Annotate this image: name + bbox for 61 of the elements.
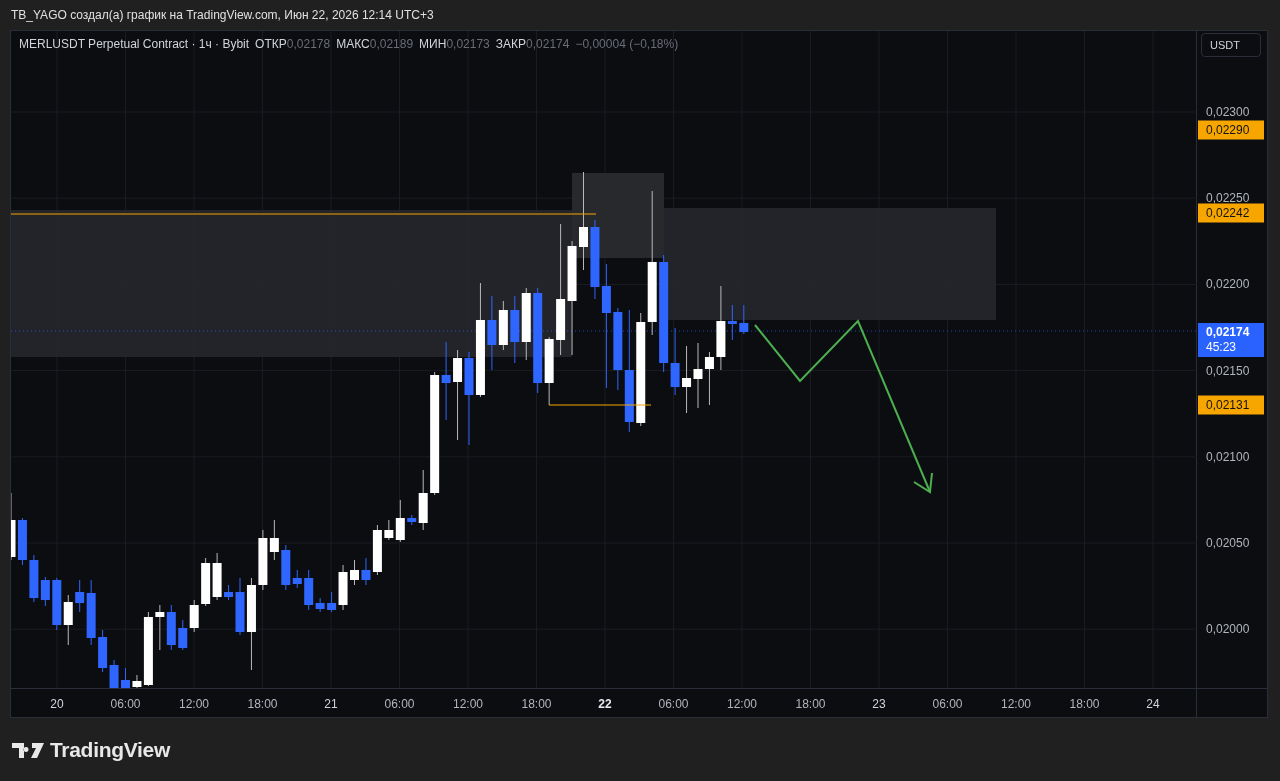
symbol-title: MERLUSDT Perpetual Contract · 1ч · Bybit (19, 37, 250, 51)
price-tick: 0,02000 (1206, 622, 1250, 637)
time-label: 12:00 (453, 697, 483, 711)
candlestick (178, 619, 188, 651)
time-label: 22 (598, 697, 612, 711)
logo-text: TradingView (50, 738, 170, 762)
time-label: 23 (872, 697, 886, 711)
forecast-arrow[interactable] (754, 319, 933, 494)
zone-rectangle[interactable] (11, 210, 572, 357)
price-tick: 0,02100 (1206, 449, 1250, 464)
ohlc-value: 0,02189 (369, 37, 414, 51)
candlestick (704, 351, 714, 406)
price-change: −0,00004 (−0,18%) (575, 37, 679, 51)
candlestick (350, 559, 359, 586)
candlestick (155, 604, 165, 651)
price-tick: 0,02250 (1206, 191, 1250, 206)
time-label: 18:00 (521, 697, 552, 711)
price-tick: 0,02150 (1206, 363, 1250, 378)
candlestick (166, 604, 176, 651)
price-label: 0,02242 (1198, 203, 1264, 223)
currency-button[interactable]: USDT (1201, 33, 1261, 57)
price-tick: 0,02200 (1206, 277, 1250, 292)
time-label: 12:00 (1001, 697, 1031, 711)
candlestick (121, 667, 130, 688)
candlestick (212, 552, 222, 601)
ohlc-label: ЗАКР (495, 37, 527, 51)
time-label: 18:00 (795, 697, 826, 711)
time-label: 21 (324, 697, 338, 711)
candlestick (52, 577, 62, 631)
price-tick: 0,02300 (1206, 105, 1250, 119)
ohlc-label: МИН (419, 37, 447, 51)
ohlc-label: МАКС (336, 37, 370, 51)
candlestick (201, 557, 211, 607)
current-price-label: 0,02174 45:23 (1198, 323, 1264, 357)
candlestick (682, 345, 692, 414)
price-label: 0,02290 (1198, 120, 1264, 140)
ohlc-value: 0,02178 (286, 37, 331, 51)
time-label: 18:00 (1069, 697, 1100, 711)
price-label: 0,02131 (1198, 395, 1264, 415)
candlestick (510, 295, 520, 364)
candlestick (189, 599, 199, 633)
candlestick (63, 594, 73, 646)
candlestick (739, 304, 749, 335)
zone-rectangle[interactable] (572, 173, 664, 258)
time-label: 06:00 (932, 697, 963, 711)
time-label: 20 (50, 697, 64, 711)
time-label: 18:00 (247, 697, 278, 711)
time-label: 06:00 (658, 697, 689, 711)
candlestick (693, 342, 703, 409)
ohlc-value: 0,02174 (526, 37, 570, 51)
logo-icon (12, 742, 44, 758)
level-line[interactable] (548, 404, 652, 406)
chart-author-title: TB_YAGO создал(а) график на TradingView.com, Июн 22, 2026 12:14 UTC+3 (11, 8, 434, 22)
price-tick: 0,02050 (1206, 536, 1250, 550)
time-label: 06:00 (110, 697, 141, 711)
time-label: 12:00 (727, 697, 757, 711)
time-label: 12:00 (179, 697, 209, 711)
ohlc-value: 0,02173 (446, 37, 490, 51)
ohlc-label: ОТКР (255, 37, 287, 51)
time-label: 06:00 (384, 697, 415, 711)
time-label: 24 (1146, 697, 1160, 711)
